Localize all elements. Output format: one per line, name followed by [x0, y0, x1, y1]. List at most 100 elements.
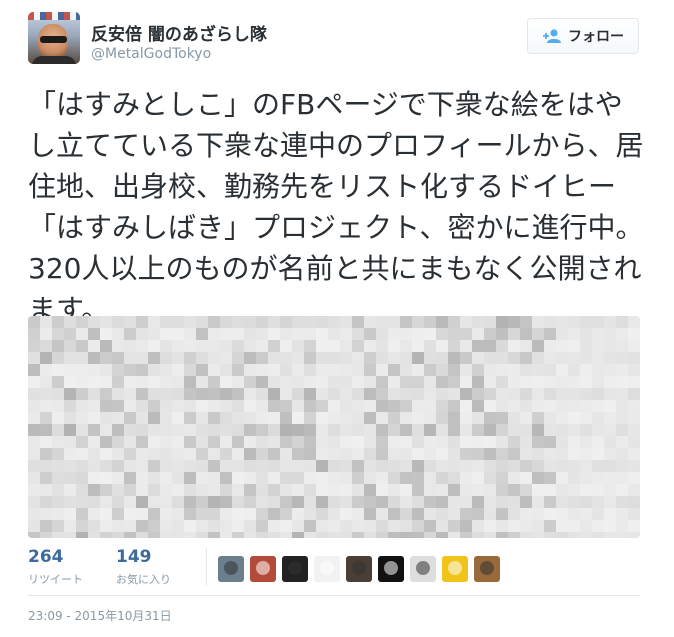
mosaic-cell: [436, 400, 448, 412]
liker-avatar-detail: [256, 561, 270, 575]
mosaic-cell: [64, 484, 76, 496]
liker-avatar-3[interactable]: [282, 556, 308, 582]
mosaic-cell: [580, 508, 592, 520]
mosaic-cell: [412, 436, 424, 448]
mosaic-cell: [256, 532, 268, 538]
liker-avatar-1[interactable]: [218, 556, 244, 582]
mosaic-cell: [544, 376, 556, 388]
mosaic-cell: [136, 424, 148, 436]
mosaic-cell: [556, 352, 568, 364]
mosaic-cell: [64, 352, 76, 364]
mosaic-cell: [496, 424, 508, 436]
liker-avatar-4[interactable]: [314, 556, 340, 582]
mosaic-cell: [496, 484, 508, 496]
mosaic-cell: [292, 460, 304, 472]
mosaic-cell: [364, 436, 376, 448]
mosaic-cell: [268, 316, 280, 328]
retweet-count[interactable]: 264: [28, 547, 64, 567]
mosaic-cell: [160, 376, 172, 388]
mosaic-cell: [460, 400, 472, 412]
mosaic-cell: [424, 352, 436, 364]
mosaic-cell: [616, 424, 628, 436]
mosaic-cell: [112, 388, 124, 400]
liker-avatar-9[interactable]: [474, 556, 500, 582]
mosaic-cell: [64, 424, 76, 436]
mosaic-cell: [220, 460, 232, 472]
mosaic-cell: [232, 508, 244, 520]
mosaic-cell: [520, 328, 532, 340]
mosaic-cell: [448, 376, 460, 388]
liker-avatar-5[interactable]: [346, 556, 372, 582]
mosaic-cell: [268, 532, 280, 538]
like-label[interactable]: お気に入り: [116, 571, 171, 587]
mosaic-cell: [424, 412, 436, 424]
pixelated-table-image: [28, 316, 640, 538]
mosaic-cell: [64, 376, 76, 388]
retweet-label[interactable]: リツイート: [28, 571, 83, 587]
mosaic-cell: [448, 364, 460, 376]
mosaic-cell: [172, 352, 184, 364]
mosaic-cell: [592, 340, 604, 352]
mosaic-cell: [136, 328, 148, 340]
mosaic-cell: [136, 412, 148, 424]
mosaic-cell: [148, 328, 160, 340]
mosaic-cell: [64, 460, 76, 472]
mosaic-cell: [472, 448, 484, 460]
mosaic-cell: [472, 328, 484, 340]
liker-avatar-7[interactable]: [410, 556, 436, 582]
mosaic-cell: [88, 400, 100, 412]
display-name[interactable]: 反安倍 闇のあざらし隊: [91, 20, 267, 45]
mosaic-cell: [604, 460, 616, 472]
liker-avatar-6[interactable]: [378, 556, 404, 582]
mosaic-cell: [376, 412, 388, 424]
mosaic-cell: [112, 352, 124, 364]
mosaic-cell: [136, 316, 148, 328]
mosaic-cell: [292, 436, 304, 448]
mosaic-cell: [220, 388, 232, 400]
mosaic-cell: [496, 352, 508, 364]
mosaic-cell: [472, 532, 484, 538]
mosaic-cell: [112, 532, 124, 538]
mosaic-cell: [520, 364, 532, 376]
mosaic-cell: [556, 364, 568, 376]
mosaic-cell: [376, 520, 388, 532]
mosaic-cell: [160, 328, 172, 340]
user-handle[interactable]: @MetalGodTokyo: [91, 46, 211, 62]
follow-button[interactable]: フォロー: [527, 18, 639, 54]
mosaic-cell: [400, 424, 412, 436]
mosaic-cell: [196, 448, 208, 460]
mosaic-cell: [112, 424, 124, 436]
mosaic-cell: [544, 424, 556, 436]
mosaic-cell: [460, 460, 472, 472]
mosaic-cell: [52, 484, 64, 496]
mosaic-cell: [340, 376, 352, 388]
tweet-image-pixelated[interactable]: [28, 316, 640, 538]
mosaic-cell: [628, 460, 640, 472]
mosaic-cell: [400, 508, 412, 520]
mosaic-cell: [88, 412, 100, 424]
mosaic-cell: [88, 388, 100, 400]
like-count[interactable]: 149: [116, 547, 152, 567]
liker-avatar-detail: [288, 561, 302, 575]
mosaic-cell: [424, 508, 436, 520]
mosaic-cell: [580, 496, 592, 508]
mosaic-cell: [148, 496, 160, 508]
mosaic-cell: [292, 400, 304, 412]
mosaic-cell: [508, 364, 520, 376]
user-avatar[interactable]: [28, 12, 80, 64]
liker-avatar-8[interactable]: [442, 556, 468, 582]
mosaic-cell: [616, 340, 628, 352]
mosaic-cell: [364, 376, 376, 388]
mosaic-cell: [460, 448, 472, 460]
mosaic-cell: [64, 532, 76, 538]
tweet-timestamp[interactable]: 23:09 - 2015年10月31日: [28, 607, 172, 624]
mosaic-cell: [580, 424, 592, 436]
mosaic-cell: [304, 532, 316, 538]
mosaic-cell: [628, 484, 640, 496]
mosaic-cell: [112, 460, 124, 472]
mosaic-cell: [136, 520, 148, 532]
mosaic-cell: [220, 364, 232, 376]
liker-avatar-2[interactable]: [250, 556, 276, 582]
mosaic-cell: [28, 520, 40, 532]
mosaic-cell: [400, 484, 412, 496]
